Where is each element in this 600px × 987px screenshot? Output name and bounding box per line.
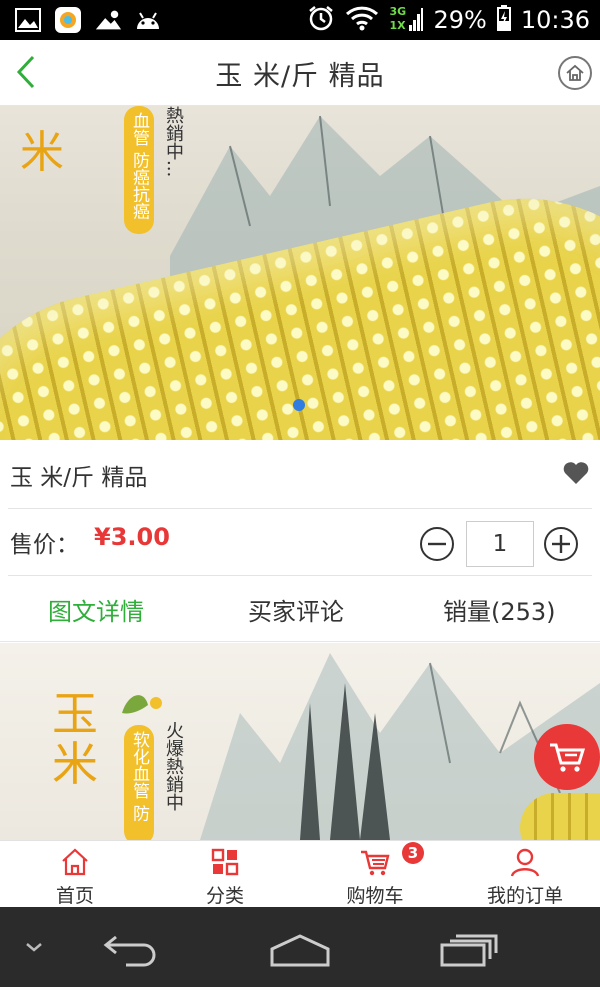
cart-count-badge: 3 (402, 842, 424, 864)
nav-cart[interactable]: 购物车 (300, 841, 450, 908)
detail-vertical-tag: 软化血管 防 (124, 725, 154, 840)
android-icon (134, 6, 162, 34)
detail-side-text: 火爆熱銷中 (163, 721, 184, 811)
wifi-icon (345, 5, 379, 35)
hero-side-text: 熱銷中... (163, 106, 184, 178)
cart-icon (550, 743, 586, 772)
tab-sales[interactable]: 销量(253) (443, 592, 556, 627)
battery-icon (496, 5, 511, 35)
nav-orders-label: 我的订单 (486, 885, 563, 907)
page-title: 玉 米/斤 精品 (215, 61, 385, 92)
chevron-down-icon[interactable] (24, 941, 44, 953)
nav-home[interactable]: 首页 (0, 841, 150, 908)
nav-category-label: 分类 (205, 885, 244, 907)
quantity-stepper: 1 (420, 521, 584, 567)
battery-percent: 29% (433, 6, 487, 34)
decrease-button[interactable] (420, 527, 454, 561)
product-name: 玉 米/斤 精品 (10, 465, 148, 491)
app-store-icon (54, 6, 82, 34)
nav-home-label: 首页 (55, 885, 94, 907)
alarm-icon (307, 4, 335, 36)
nav-cart-label: 购物车 (346, 885, 404, 907)
detail-calligraphy: 玉 米 (52, 689, 98, 789)
home-nav-icon[interactable] (268, 933, 332, 967)
user-icon (510, 848, 540, 877)
detail-char-1: 玉 (52, 687, 98, 741)
home-icon (62, 848, 88, 876)
home-button[interactable] (558, 56, 592, 90)
grid-icon (211, 848, 239, 876)
price-row: 售价： ¥3.00 1 (0, 509, 600, 575)
tab-details[interactable]: 图文详情 (48, 592, 144, 627)
signal-icon: 3G 1X (389, 5, 424, 35)
product-image-carousel[interactable]: 米 血管 防癌抗癌 熱銷中... (0, 106, 600, 440)
detail-tabs: 图文详情 买家评论 销量(253) (0, 576, 600, 642)
increase-button[interactable] (544, 527, 578, 561)
hero-vertical-tag: 血管 防癌抗癌 (124, 106, 154, 234)
bottom-nav: 首页 分类 购物车 我的订单 (0, 840, 600, 907)
product-detail-image: 玉 米 软化血管 防 火爆熱銷中 (0, 643, 600, 840)
weather-icon (94, 6, 122, 34)
app-header: 玉 米/斤 精品 (0, 40, 600, 106)
detail-char-2: 米 (52, 737, 98, 791)
clock: 10:36 (520, 6, 590, 34)
back-nav-icon[interactable] (102, 931, 162, 967)
gallery-icon (14, 6, 42, 34)
price-label: 售价： (10, 532, 79, 558)
heart-icon (563, 462, 589, 484)
corn-calligraphy: 米 (20, 127, 64, 178)
home-icon (566, 64, 584, 81)
minus-icon (428, 542, 446, 546)
price-value: ¥3.00 (94, 523, 170, 551)
nav-orders[interactable]: 我的订单 (450, 841, 600, 908)
floating-cart-button[interactable] (534, 724, 600, 790)
plus-icon (552, 535, 570, 553)
cart-icon (361, 850, 390, 876)
leaf-decoration (118, 683, 162, 714)
nav-category[interactable]: 分类 (150, 841, 300, 908)
product-name-row: 玉 米/斤 精品 (0, 440, 600, 508)
system-nav-bar (0, 907, 600, 987)
detail-corn-photo (520, 793, 600, 840)
status-bar: 3G 1X 29% 10:36 (0, 0, 600, 40)
quantity-input[interactable]: 1 (466, 521, 534, 567)
carousel-indicator[interactable] (293, 399, 305, 411)
recent-apps-icon[interactable] (440, 933, 498, 967)
favorite-button[interactable] (562, 460, 590, 486)
tab-reviews[interactable]: 买家评论 (248, 592, 344, 627)
